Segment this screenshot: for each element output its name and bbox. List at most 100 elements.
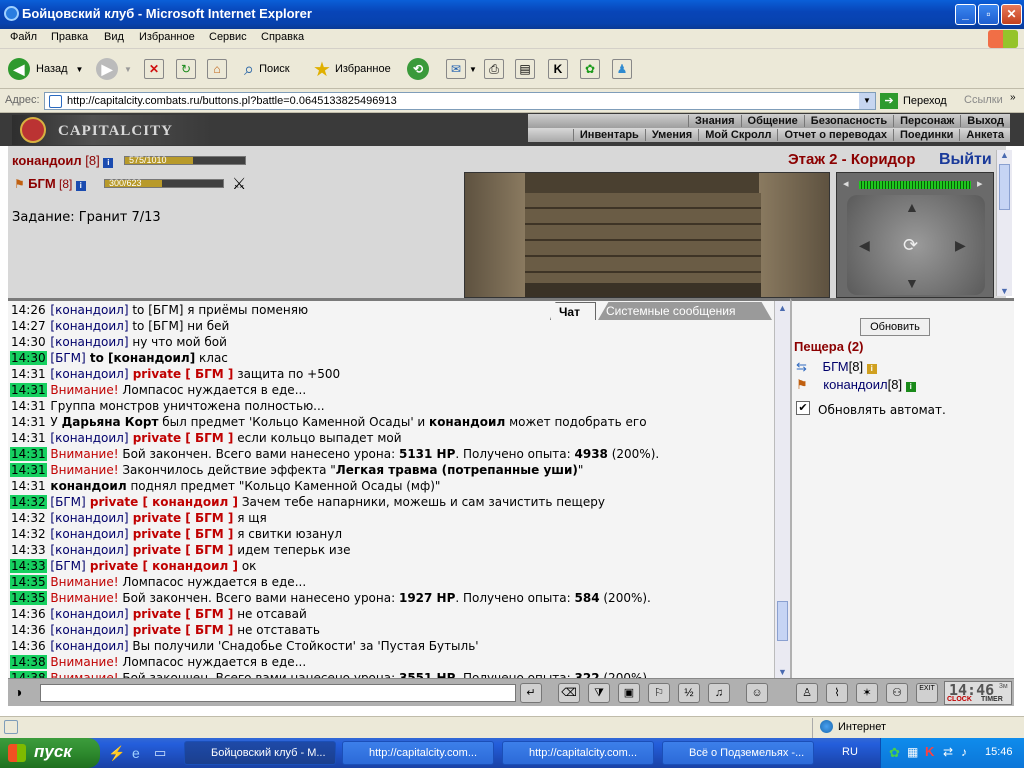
move-forward-icon[interactable]: ▲ xyxy=(905,199,919,215)
chat-time[interactable]: 14:30 xyxy=(10,335,47,349)
nav-knowledge[interactable]: Знания xyxy=(688,115,740,127)
chat-private-tag[interactable]: private [ БГМ ] xyxy=(129,623,234,637)
edit-button[interactable]: ▤ xyxy=(515,57,535,81)
home-button[interactable]: ⌂ xyxy=(207,57,227,81)
nav-inventory[interactable]: Инвентарь xyxy=(572,129,645,141)
menu-favorites[interactable]: Избранное xyxy=(139,31,195,43)
smiley-icon[interactable]: ☺ xyxy=(746,683,768,703)
print-button[interactable]: ⎙ xyxy=(484,57,504,81)
nav-profile[interactable]: Анкета xyxy=(959,129,1010,141)
desktop-icon[interactable]: ▭ xyxy=(154,745,166,761)
nav-exit[interactable]: Выход xyxy=(960,115,1010,127)
menu-tools[interactable]: Сервис xyxy=(209,31,247,43)
chat-time[interactable]: 14:31 xyxy=(10,479,47,493)
links-label[interactable]: Ссылки xyxy=(964,94,1003,106)
effects-icon[interactable]: ✶ xyxy=(856,683,878,703)
language-indicator[interactable]: RU xyxy=(842,746,858,758)
info-icon[interactable]: i xyxy=(103,158,114,168)
scroll-thumb[interactable] xyxy=(777,601,788,641)
info-icon[interactable]: i xyxy=(866,364,877,374)
mail-button[interactable]: ✉ ▼ xyxy=(446,57,477,81)
move-back-icon[interactable]: ▼ xyxy=(905,275,919,291)
chat-private-tag[interactable]: private [ БГМ ] xyxy=(129,511,234,525)
chat-private-tag[interactable]: private [ конандоил ] xyxy=(86,495,238,509)
forward-button[interactable]: ▶ ▼ xyxy=(96,57,132,81)
chat-time[interactable]: 14:36 xyxy=(10,639,47,653)
back-button[interactable]: ◀ Назад ▼ xyxy=(8,57,83,81)
scroll-up-icon[interactable]: ▲ xyxy=(778,303,787,313)
messenger-button[interactable]: ♟ xyxy=(612,57,632,81)
chat-time[interactable]: 14:32 xyxy=(10,511,47,525)
chat-nick[interactable]: [конандоил] xyxy=(50,607,128,621)
chat-nick[interactable]: [конандоил] xyxy=(50,511,128,525)
chat-time[interactable]: 14:32 xyxy=(10,495,47,509)
taskbar-item[interactable]: http://capitalcity.com... xyxy=(342,741,494,765)
address-dropdown-icon[interactable]: ▼ xyxy=(859,93,875,109)
taskbar-item[interactable]: Бойцовский клуб - M... xyxy=(184,741,336,765)
chat-time[interactable]: 14:33 xyxy=(10,559,47,573)
crossed-swords-icon[interactable]: ⚔ xyxy=(232,174,246,194)
chat-nick[interactable]: [конандоил] xyxy=(50,335,128,349)
taskbar-item[interactable]: Всё о Подземельях -... xyxy=(662,741,814,765)
tray-icon[interactable]: ▦ xyxy=(907,745,918,759)
nav-my-scroll[interactable]: Мой Скролл xyxy=(698,129,777,141)
icq-button[interactable]: ✿ xyxy=(580,57,600,81)
chat-time[interactable]: 14:33 xyxy=(10,543,47,557)
kaspersky-icon[interactable]: K xyxy=(925,744,934,759)
chat-nick[interactable]: [конандоил] xyxy=(50,303,128,317)
chat-time[interactable]: 14:36 xyxy=(10,607,47,621)
chat-nick[interactable]: [конандоил] xyxy=(50,527,128,541)
chat-time[interactable]: 14:31 xyxy=(10,463,47,477)
search-button[interactable]: ⌕ Поиск xyxy=(244,57,290,81)
chat-nick[interactable]: [конандоил] xyxy=(50,639,128,653)
chat-nick[interactable]: [БГМ] xyxy=(50,559,85,573)
chat-time[interactable]: 14:26 xyxy=(10,303,47,317)
refresh-button[interactable]: Обновить xyxy=(860,318,930,336)
chat-time[interactable]: 14:35 xyxy=(10,575,47,589)
runner-icon[interactable]: ⚐ xyxy=(648,683,670,703)
chat-nick[interactable]: [конандоил] xyxy=(50,367,128,381)
nav-security[interactable]: Безопасность xyxy=(803,115,893,127)
turn-left-icon[interactable]: ◀ xyxy=(859,237,870,254)
arrow-right-small-icon[interactable]: ▸ xyxy=(977,177,983,190)
chat-time[interactable]: 14:31 xyxy=(10,367,47,381)
exit-link[interactable]: Выйти xyxy=(939,151,992,169)
chat-time[interactable]: 14:32 xyxy=(10,527,47,541)
chat-time[interactable]: 14:31 xyxy=(10,399,47,413)
chat-nick[interactable]: [конандоил] xyxy=(50,543,128,557)
chat-time[interactable]: 14:38 xyxy=(10,655,47,669)
chat-private-tag[interactable]: private [ БГМ ] xyxy=(129,607,234,621)
ally-name[interactable]: БГМ xyxy=(28,176,56,191)
start-button[interactable]: пуск xyxy=(0,738,100,768)
chat-time[interactable]: 14:38 xyxy=(10,671,47,678)
group-icon[interactable]: ⚇ xyxy=(886,683,908,703)
auto-refresh-checkbox[interactable]: ✔ xyxy=(796,401,810,415)
chat-nick[interactable]: [конандоил] xyxy=(50,319,128,333)
chat-nick[interactable]: [БГМ] xyxy=(50,495,85,509)
scroll-icon[interactable]: ⌇ xyxy=(826,683,848,703)
chat-private-tag[interactable]: private [ БГМ ] xyxy=(129,543,234,557)
taskbar-item[interactable]: http://capitalcity.com... xyxy=(502,741,654,765)
nav-skills[interactable]: Умения xyxy=(644,129,698,141)
fraction-icon[interactable]: ½ xyxy=(678,683,700,703)
chat-nick[interactable]: [БГМ] xyxy=(50,351,85,365)
save-icon[interactable]: ▣ xyxy=(618,683,640,703)
chat-time[interactable]: 14:35 xyxy=(10,591,47,605)
figure-icon[interactable]: ♙ xyxy=(796,683,818,703)
chat-time[interactable]: 14:31 xyxy=(10,431,47,445)
eraser-icon[interactable]: ⌫ xyxy=(558,683,580,703)
chat-input[interactable] xyxy=(40,684,516,702)
chat-time[interactable]: 14:31 xyxy=(10,383,47,397)
menu-help[interactable]: Справка xyxy=(261,31,304,43)
ie-quicklaunch-icon[interactable]: e xyxy=(132,745,140,761)
chat-time[interactable]: 14:31 xyxy=(10,415,47,429)
close-button[interactable]: ✕ xyxy=(1001,4,1022,25)
chevron-right-icon[interactable]: » xyxy=(1010,92,1016,103)
speaker-icon[interactable]: ◑ xyxy=(14,684,22,700)
player-name[interactable]: конандоил xyxy=(12,153,82,168)
info-icon[interactable]: i xyxy=(905,382,916,392)
chat-time[interactable]: 14:30 xyxy=(10,351,47,365)
maximize-button[interactable]: ▫ xyxy=(978,4,999,25)
favorites-button[interactable]: ★ Избранное xyxy=(313,57,391,81)
network-icon[interactable]: ⇄ xyxy=(943,745,953,759)
